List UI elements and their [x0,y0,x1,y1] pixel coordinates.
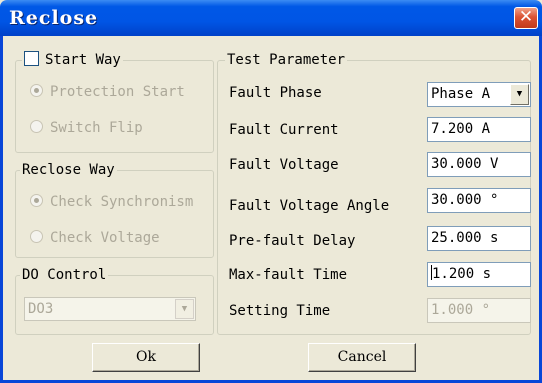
radio-label: Switch Flip [50,120,143,136]
fault-voltage-angle-input[interactable]: 30.000 ° [427,188,531,213]
do-control-legend: DO Control [20,266,109,284]
fault-voltage-angle-label: Fault Voltage Angle [229,198,390,214]
chevron-down-icon[interactable]: ▼ [175,299,194,319]
radio-label: Protection Start [50,84,185,100]
window-border-left [0,36,3,383]
pre-fault-delay-input[interactable]: 25.000 s [427,226,531,251]
fault-phase-select[interactable]: Phase A ▼ [427,82,531,107]
radio-check-synchronism[interactable]: Check Synchronism [30,193,193,211]
cancel-button[interactable]: Cancel [308,343,416,372]
fault-voltage-input[interactable]: 30.000 V [427,152,531,177]
setting-time-label: Setting Time [229,303,331,319]
radio-label: Check Synchronism [50,194,194,210]
reclose-way-legend: Reclose Way [20,161,117,179]
pre-fault-delay-label: Pre-fault Delay [229,233,356,249]
radio-switch-flip[interactable]: Switch Flip [30,119,143,137]
ok-button[interactable]: Ok [92,343,200,372]
start-way-group [15,60,214,153]
fault-phase-value: Phase A [431,86,491,102]
close-icon: ✕ [518,7,534,27]
max-fault-time-value: 1.200 s [432,266,492,282]
radio-label: Check Voltage [50,230,160,246]
radio-button[interactable] [30,84,43,97]
radio-protection-start[interactable]: Protection Start [30,83,185,101]
radio-button[interactable] [30,194,43,207]
radio-button[interactable] [30,230,43,243]
radio-button[interactable] [30,120,43,133]
fault-current-input[interactable]: 7.200 A [427,117,531,142]
setting-time-input[interactable]: 1.000 ° [427,298,531,323]
close-button[interactable]: ✕ [514,7,538,29]
max-fault-time-input[interactable]: 1.200 s [427,262,531,287]
start-way-checkbox[interactable] [24,51,39,66]
do-control-value: DO3 [28,301,54,317]
window-title: Reclose [9,7,99,29]
test-parameter-legend: Test Parameter [225,51,348,69]
fault-phase-label: Fault Phase [229,85,322,101]
max-fault-time-label: Max-fault Time [229,267,348,283]
do-control-select[interactable]: DO3 ▼ [24,297,196,321]
start-way-label: Start Way [45,52,121,68]
fault-current-label: Fault Current [229,122,339,138]
title-bar[interactable]: Reclose ✕ [0,0,542,36]
chevron-down-icon[interactable]: ▼ [510,84,529,105]
radio-check-voltage[interactable]: Check Voltage [30,229,160,247]
fault-voltage-label: Fault Voltage [229,157,339,173]
start-way-legend[interactable]: Start Way [22,51,123,69]
